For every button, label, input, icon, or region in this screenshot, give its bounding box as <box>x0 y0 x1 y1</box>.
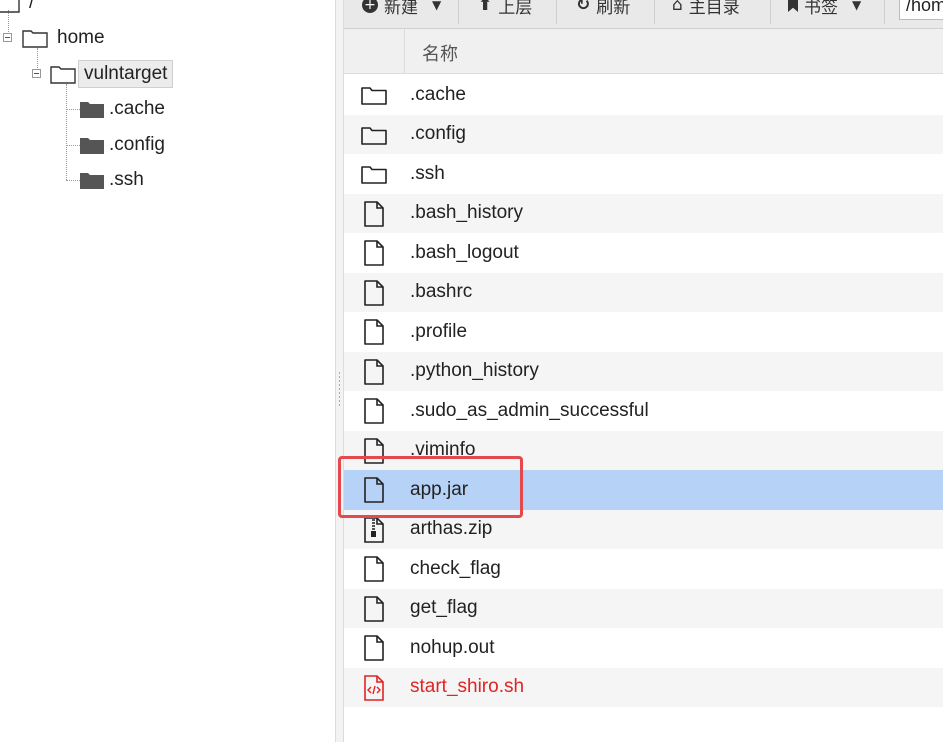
tree-node-label: / <box>29 0 35 13</box>
toolbar: + 新建 ▼ ⬆ 上层 ↻ 刷新 ⌂ 主目录 书签 ▼ /hom <box>344 0 943 29</box>
tree-node-cache[interactable]: .cache <box>80 94 170 124</box>
plus-circle-icon: + <box>362 0 378 13</box>
file-name: .profile <box>410 320 468 342</box>
name-column-header[interactable]: 名称 <box>422 40 458 66</box>
tree-node-label: .ssh <box>109 169 144 190</box>
file-name: .bash_history <box>410 202 524 224</box>
folder-outline-icon <box>50 66 76 84</box>
bookmark-label: 书签 <box>804 0 838 18</box>
refresh-label: 刷新 <box>596 0 631 18</box>
file-icon <box>360 319 388 345</box>
tree-node-root[interactable]: / <box>0 0 39 18</box>
toolbar-divider <box>884 0 885 24</box>
toolbar-divider <box>556 0 557 24</box>
file-name: .cache <box>410 83 466 105</box>
folder-icon <box>360 162 388 186</box>
tree-connector <box>66 109 80 110</box>
file-name: nohup.out <box>410 636 495 658</box>
file-name: arthas.zip <box>410 518 493 540</box>
file-icon <box>360 358 388 385</box>
caret-down-icon: ▼ <box>852 0 862 12</box>
caret-down-icon: ▼ <box>432 0 442 12</box>
refresh-icon: ↻ <box>576 0 591 15</box>
file-row[interactable]: check_flag <box>344 549 943 589</box>
file-icon <box>360 240 388 266</box>
tree-node-vulntarget[interactable]: vulntarget <box>50 59 174 89</box>
file-name: get_flag <box>410 597 478 619</box>
up-label: 上层 <box>498 0 533 18</box>
file-browser: + 新建 ▼ ⬆ 上层 ↻ 刷新 ⌂ 主目录 书签 ▼ /hom 名称 .cac… <box>344 0 943 742</box>
script-file-icon <box>360 674 388 701</box>
list-header: 名称 <box>344 29 943 74</box>
file-name: .python_history <box>410 360 539 382</box>
file-icon <box>360 200 388 227</box>
file-name: .config <box>410 123 466 145</box>
file-row[interactable]: .bash_history <box>344 193 943 233</box>
file-row[interactable]: .bash_logout <box>344 233 943 273</box>
directory-tree: / home vulntarget .cache .config .ssh <box>0 0 335 742</box>
tree-node-label: vulntarget <box>78 60 174 88</box>
file-row[interactable]: .ssh <box>344 154 943 194</box>
file-row[interactable]: .config <box>344 114 943 154</box>
home-icon: ⌂ <box>672 0 683 15</box>
file-row[interactable]: start_shiro.sh <box>344 667 943 707</box>
up-level-button[interactable]: ⬆ 上层 <box>478 0 532 22</box>
new-button[interactable]: + 新建 ▼ <box>362 0 441 22</box>
folder-filled-icon <box>80 138 104 154</box>
file-name: .ssh <box>410 162 445 184</box>
file-row[interactable]: .bashrc <box>344 272 943 312</box>
file-icon <box>360 279 388 306</box>
folder-outline-icon <box>22 30 48 48</box>
file-row[interactable]: .cache <box>344 75 943 115</box>
file-name: .bash_logout <box>410 241 519 263</box>
tree-connector <box>66 145 80 146</box>
tree-node-label: .cache <box>109 98 165 119</box>
file-name: start_shiro.sh <box>410 676 525 698</box>
bookmark-icon <box>788 0 798 12</box>
icon-column-header <box>344 29 405 73</box>
home-directory-button[interactable]: ⌂ 主目录 <box>672 0 740 22</box>
file-row[interactable]: .sudo_as_admin_successful <box>344 391 943 431</box>
file-name: .bashrc <box>410 281 473 303</box>
file-icon <box>360 556 388 582</box>
refresh-button[interactable]: ↻ 刷新 <box>576 0 630 22</box>
tree-node-label: .config <box>109 134 165 155</box>
annotation-highlight-box <box>338 456 523 518</box>
arrow-up-icon: ⬆ <box>478 0 493 15</box>
folder-filled-icon <box>80 102 104 118</box>
file-row[interactable]: get_flag <box>344 588 943 628</box>
home-label: 主目录 <box>688 0 740 18</box>
folder-filled-icon <box>80 173 104 189</box>
tree-node-config[interactable]: .config <box>80 130 170 160</box>
new-label: 新建 <box>384 0 418 18</box>
path-input[interactable]: /hom <box>899 0 943 20</box>
tree-connector <box>66 84 67 180</box>
tree-node-ssh[interactable]: .ssh <box>80 165 149 195</box>
toolbar-divider <box>654 0 655 24</box>
file-row[interactable]: .python_history <box>344 351 943 391</box>
tree-node-home[interactable]: home <box>22 23 110 53</box>
tree-connector <box>66 180 80 181</box>
collapse-toggle-icon[interactable] <box>32 69 41 78</box>
tree-node-label: home <box>57 27 105 48</box>
zip-file-icon <box>360 516 388 543</box>
bookmark-button[interactable]: 书签 ▼ <box>788 0 861 22</box>
folder-outline-icon <box>0 0 20 13</box>
folder-icon <box>360 123 388 147</box>
file-name: .sudo_as_admin_successful <box>410 399 649 421</box>
file-row[interactable]: .profile <box>344 312 943 352</box>
toolbar-divider <box>770 0 771 24</box>
file-icon <box>360 398 388 424</box>
toolbar-divider <box>458 0 459 24</box>
file-row[interactable]: nohup.out <box>344 628 943 668</box>
pane-splitter[interactable] <box>335 0 344 742</box>
file-icon <box>360 595 388 622</box>
splitter-grip-icon <box>339 372 340 408</box>
file-icon <box>360 635 388 661</box>
folder-icon <box>360 83 388 107</box>
collapse-toggle-icon[interactable] <box>3 33 12 42</box>
file-name: check_flag <box>410 557 501 579</box>
